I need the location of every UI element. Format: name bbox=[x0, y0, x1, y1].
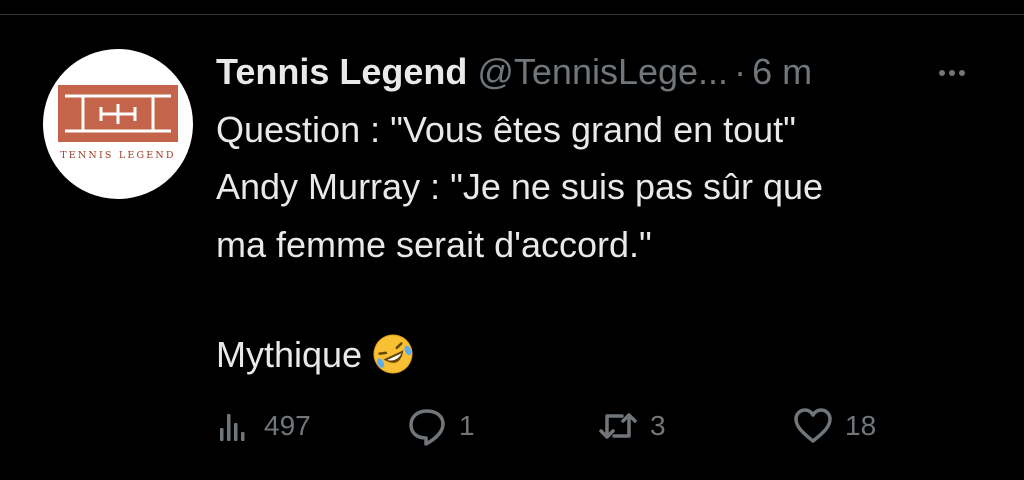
more-options-button[interactable] bbox=[930, 50, 974, 94]
more-dot-icon bbox=[939, 70, 945, 76]
analytics-icon bbox=[210, 404, 254, 448]
views-count: 497 bbox=[264, 410, 311, 441]
tweet-text-line: ma femme serait d'accord." bbox=[216, 224, 652, 265]
heart-icon bbox=[791, 404, 835, 448]
top-divider bbox=[0, 14, 1024, 15]
author-handle[interactable]: @TennisLege... bbox=[477, 51, 728, 92]
laughing-emoji-icon bbox=[372, 333, 414, 384]
more-dot-icon bbox=[959, 70, 965, 76]
likes-count: 18 bbox=[845, 410, 877, 441]
reply-button[interactable]: 1 bbox=[405, 404, 475, 448]
tennis-legend-logo bbox=[58, 85, 178, 142]
separator-dot: · bbox=[734, 51, 747, 92]
retweets-count: 3 bbox=[650, 410, 666, 441]
retweet-button[interactable]: 3 bbox=[596, 404, 666, 448]
tweet-text-line: Andy Murray : "Je ne suis pas sûr que bbox=[216, 166, 824, 207]
replies-count: 1 bbox=[459, 410, 475, 441]
like-button[interactable]: 18 bbox=[791, 404, 876, 448]
tweet-header: Tennis Legend @TennisLege... · 6 m bbox=[216, 50, 812, 94]
tweet-text-line: Question : "Vous êtes grand en tout" bbox=[216, 109, 796, 150]
views-button[interactable]: 497 bbox=[210, 404, 311, 448]
author-name[interactable]: Tennis Legend bbox=[216, 51, 467, 92]
retweet-icon bbox=[596, 404, 640, 448]
tweet-text-word: Mythique bbox=[216, 334, 363, 375]
avatar-brand-text: TENNIS LEGEND bbox=[60, 150, 176, 161]
timestamp[interactable]: 6 m bbox=[752, 51, 812, 92]
tweet-text-last-line: Mythique bbox=[216, 333, 996, 384]
avatar[interactable]: TENNIS LEGEND bbox=[43, 49, 193, 199]
more-dot-icon bbox=[949, 70, 955, 76]
reply-bubble-icon bbox=[405, 404, 449, 448]
